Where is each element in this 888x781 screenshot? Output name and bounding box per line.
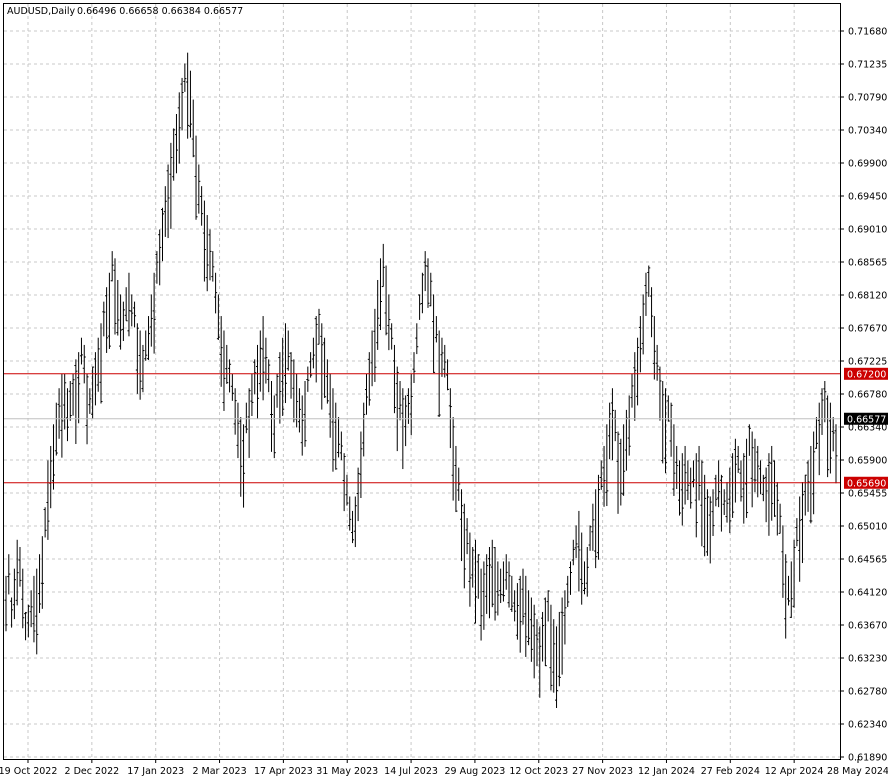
price-tick-label: 0.66340: [848, 423, 887, 434]
price-tick-label: 0.63230: [848, 654, 887, 665]
price-tick-label: 0.68120: [848, 291, 887, 302]
price-tick-label: 0.70340: [848, 126, 887, 137]
price-tick-label: 0.63670: [848, 621, 887, 632]
date-tick-label: 12 Apr 2024: [765, 766, 824, 777]
date-tick-label: 19 Oct 2022: [0, 766, 57, 777]
date-tick-label: 28 May 2024: [827, 766, 888, 777]
ohlc-readout: 0.66496 0.66658 0.66384 0.66577: [77, 6, 243, 17]
date-tick-label: 14 Jul 2023: [384, 766, 438, 777]
price-tick-label: 0.70790: [848, 93, 887, 104]
chart-background: [0, 0, 888, 781]
price-tick-label: 0.69900: [848, 159, 887, 170]
price-tick-label: 0.64120: [848, 588, 887, 599]
price-tick-label: 0.69450: [848, 192, 887, 203]
date-tick-label: 17 Apr 2023: [254, 766, 313, 777]
date-tick-label: 12 Oct 2023: [509, 766, 568, 777]
price-tick-label: 0.65900: [848, 456, 887, 467]
date-tick-label: 2 Mar 2023: [192, 766, 246, 777]
price-tick-label: 0.65455: [848, 489, 887, 500]
price-tick-label: 0.66780: [848, 390, 887, 401]
price-tick-label: 0.68565: [848, 258, 887, 269]
price-tick-label: 0.67670: [848, 324, 887, 335]
price-tick-label: 0.71235: [848, 60, 887, 71]
date-tick-label: 27 Feb 2024: [701, 766, 760, 777]
date-tick-label: 2 Dec 2022: [65, 766, 120, 777]
price-tick-label: 0.67225: [848, 357, 887, 368]
price-tick-label: 0.69010: [848, 225, 887, 236]
price-tick-label: 0.71680: [848, 27, 887, 38]
date-tick-label: 27 Nov 2023: [572, 766, 633, 777]
date-tick-label: 29 Aug 2023: [444, 766, 505, 777]
price-tick-label: 0.62780: [848, 687, 887, 698]
date-tick-label: 31 May 2023: [316, 766, 378, 777]
date-tick-label: 12 Jan 2024: [638, 766, 695, 777]
price-tick-label: 0.64565: [848, 555, 887, 566]
price-tick-label: 0.65010: [848, 522, 887, 533]
price-tick-label: 0.62340: [848, 720, 887, 731]
price-chart[interactable]: 0.665770.672000.65690 0.716800.712350.70…: [0, 0, 888, 781]
horizontal-level-label: 0.67200: [847, 369, 886, 380]
date-tick-label: 17 Jan 2023: [127, 766, 184, 777]
price-tick-label: 0.61890: [848, 753, 887, 764]
symbol-timeframe-label: AUDUSD,Daily: [7, 6, 76, 17]
